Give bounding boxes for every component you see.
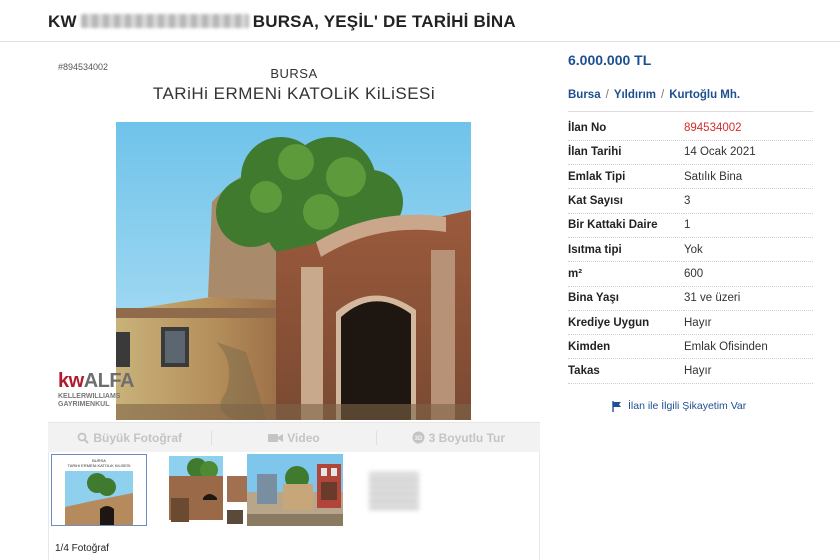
photo-counter: 1/4 Fotoğraf [55,543,109,554]
watermark-logo: kwALFA KELLERWILLIAMS GAYRIMENKUL [58,370,134,408]
detail-row-building-age: Bina Yaşı 31 ve üzeri [568,286,813,311]
detail-row-seller: Kimden Emlak Ofisinden [568,334,813,360]
detail-row-area: m² 600 [568,261,813,287]
thumbnail-strip: BURSA TARiHi ERMENi KATOLiK KiLiSESi 1/4… [48,452,540,560]
poster-church-name: TARiHi ERMENi KATOLiK KiLiSESi [152,84,436,103]
video-camera-icon [268,433,284,442]
detail-row-property-type: Emlak Tipi Satılık Bina [568,164,813,190]
tab-video[interactable]: Video [211,430,375,445]
listing-details-table: İlan No 894534002 İlan Tarihi 14 Ocak 2021… [568,116,813,384]
svg-text:TARiHi ERMENi KATOLiK KiLiSESi: TARiHi ERMENi KATOLiK KiLiSESi [68,463,131,468]
svg-text:3D: 3D [414,436,422,442]
tab-large-photo[interactable]: Büyük Fotoğraf [48,431,211,445]
poster-city: BURSA [270,66,318,81]
listing-number-value: 894534002 [684,116,813,141]
detail-row-floor-count: Kat Sayısı 3 [568,188,813,214]
detail-row-swap: Takas Hayır [568,358,813,384]
breadcrumb-city[interactable]: Bursa [568,89,601,101]
divider [568,111,813,112]
thumbnail-1[interactable]: BURSA TARiHi ERMENi KATOLiK KiLiSESi [51,454,147,526]
cube-icon: 3D [412,431,425,444]
location-breadcrumb: Bursa / Yıldırım / Kurtoğlu Mh. [568,89,740,101]
search-icon [77,432,90,444]
breadcrumb-separator: / [661,89,665,101]
photo-gallery[interactable]: #894534002 BURSA TARiHi ERMENi KATOLiK K… [48,52,540,422]
title-bar: KW BURSA, YEŞİL' DE TARİHİ BİNA [0,0,840,42]
thumbnail-3[interactable] [247,454,343,526]
detail-row-units-per-floor: Bir Kattaki Daire 1 [568,213,813,238]
blurred-title-text [80,14,249,28]
main-photo[interactable] [116,122,471,420]
detail-row-heating: Isıtma tipi Yok [568,237,813,263]
breadcrumb-district[interactable]: Yıldırım [614,89,656,101]
listing-title: KW BURSA, YEŞİL' DE TARİHİ BİNA [48,12,516,32]
title-suffix: BURSA, YEŞİL' DE TARİHİ BİNA [252,12,516,31]
detail-row-credit-eligible: Krediye Uygun Hayır [568,310,813,336]
media-tabs: Büyük Fotoğraf Video 3D 3 Boyutlu Tur [48,422,540,452]
listing-price: 6.000.000 TL [568,52,652,68]
title-prefix: KW [48,12,77,31]
thumbnail-4-blurred[interactable] [369,472,419,510]
detail-row-listing-date: İlan Tarihi 14 Ocak 2021 [568,140,813,166]
complaint-link[interactable]: İlan ile İlgili Şikayetim Var [612,400,746,412]
complaint-label: İlan ile İlgili Şikayetim Var [628,400,747,412]
detail-row-listing-no: İlan No 894534002 [568,116,813,141]
tab-3d-tour[interactable]: 3D 3 Boyutlu Tur [375,430,540,445]
breadcrumb-separator: / [605,89,609,101]
breadcrumb-neighborhood[interactable]: Kurtoğlu Mh. [669,89,740,101]
flag-icon [612,400,621,412]
